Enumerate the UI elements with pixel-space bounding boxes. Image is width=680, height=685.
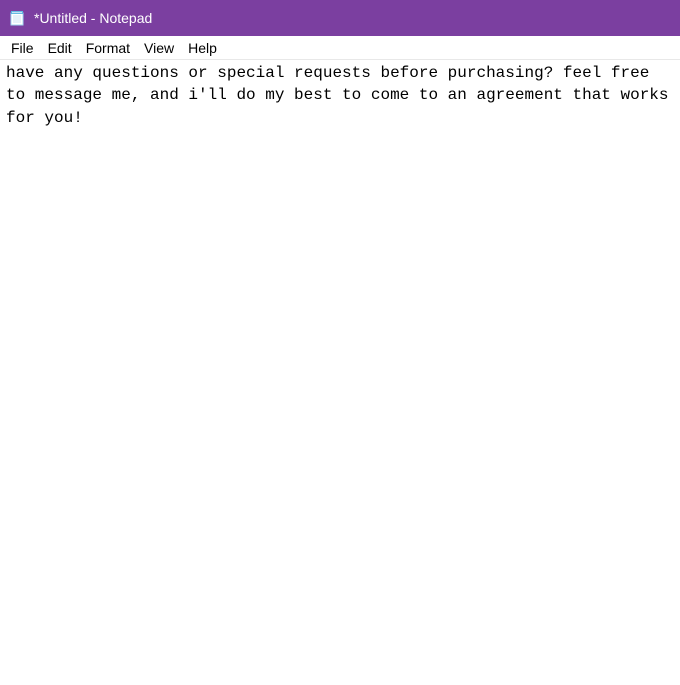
menu-edit[interactable]: Edit	[41, 38, 79, 58]
text-editor[interactable]	[0, 60, 680, 680]
menubar: File Edit Format View Help	[0, 36, 680, 60]
menu-file[interactable]: File	[4, 38, 41, 58]
menu-format[interactable]: Format	[79, 38, 137, 58]
window-title: *Untitled - Notepad	[34, 10, 152, 26]
menu-view[interactable]: View	[137, 38, 181, 58]
notepad-icon	[8, 9, 26, 27]
menu-help[interactable]: Help	[181, 38, 224, 58]
titlebar[interactable]: *Untitled - Notepad	[0, 0, 680, 36]
